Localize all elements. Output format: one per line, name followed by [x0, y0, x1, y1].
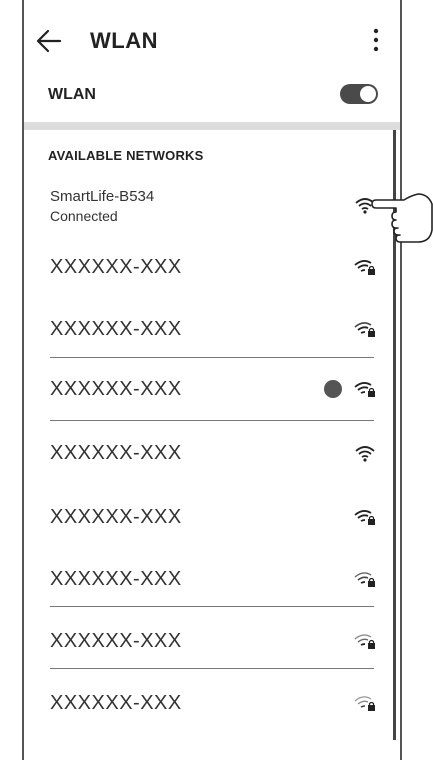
wlan-label: WLAN: [48, 86, 96, 103]
network-item[interactable]: XXXXXX-XXX: [24, 442, 400, 498]
network-name: XXXXXX-XXX: [50, 378, 182, 400]
network-item[interactable]: XXXXXX-XXX: [24, 318, 400, 374]
wlan-toggle-row[interactable]: WLAN: [24, 82, 400, 112]
wifi-icon: [355, 446, 375, 462]
wifi-lock-icon: [354, 696, 375, 711]
network-item[interactable]: XXXXXX-XXX: [24, 256, 400, 312]
list-divider: [50, 668, 374, 669]
more-vertical-icon[interactable]: [372, 26, 380, 54]
wifi-lock-icon: [354, 510, 375, 525]
network-item[interactable]: XXXXXX-XXX: [24, 378, 400, 434]
pointing-hand-icon: [371, 193, 433, 243]
network-name: XXXXXX-XXX: [50, 506, 182, 528]
network-item[interactable]: XXXXXX-XXX: [24, 692, 400, 748]
network-name: XXXXXX-XXX: [50, 692, 182, 714]
network-name: XXXXXX-XXX: [50, 630, 182, 652]
wifi-lock-icon: [354, 572, 375, 587]
list-divider: [50, 420, 374, 421]
network-name: XXXXXX-XXX: [50, 442, 182, 464]
wlan-toggle[interactable]: [340, 84, 378, 104]
section-divider: [24, 122, 400, 130]
app-bar: WLAN: [24, 22, 400, 62]
network-name: XXXXXX-XXX: [50, 318, 182, 340]
network-item[interactable]: XXXXXX-XXX: [24, 630, 400, 686]
network-item[interactable]: XXXXXX-XXX: [24, 506, 400, 562]
page-title: WLAN: [90, 28, 158, 53]
list-divider: [50, 606, 374, 607]
available-networks-header: AVAILABLE NETWORKS: [48, 148, 204, 163]
list-divider: [50, 357, 374, 358]
phone-screen: WLAN WLAN AVAILABLE NETWORKS SmartLife-B…: [22, 0, 402, 760]
network-name: SmartLife-B534: [50, 188, 155, 205]
wifi-lock-icon: [354, 634, 375, 649]
network-name: XXXXXX-XXX: [50, 568, 182, 590]
network-item[interactable]: XXXXXX-XXX: [24, 568, 400, 624]
arrow-left-icon[interactable]: [34, 28, 62, 54]
network-status: Connected: [50, 208, 118, 224]
wifi-lock-icon: [354, 322, 375, 337]
network-name: XXXXXX-XXX: [50, 256, 182, 278]
toggle-knob: [360, 86, 376, 102]
wifi-lock-icon: [354, 382, 375, 397]
wifi-lock-icon: [354, 260, 375, 275]
settings-badge-icon[interactable]: [324, 380, 342, 398]
network-item[interactable]: SmartLife-B534 Connected: [24, 186, 400, 242]
